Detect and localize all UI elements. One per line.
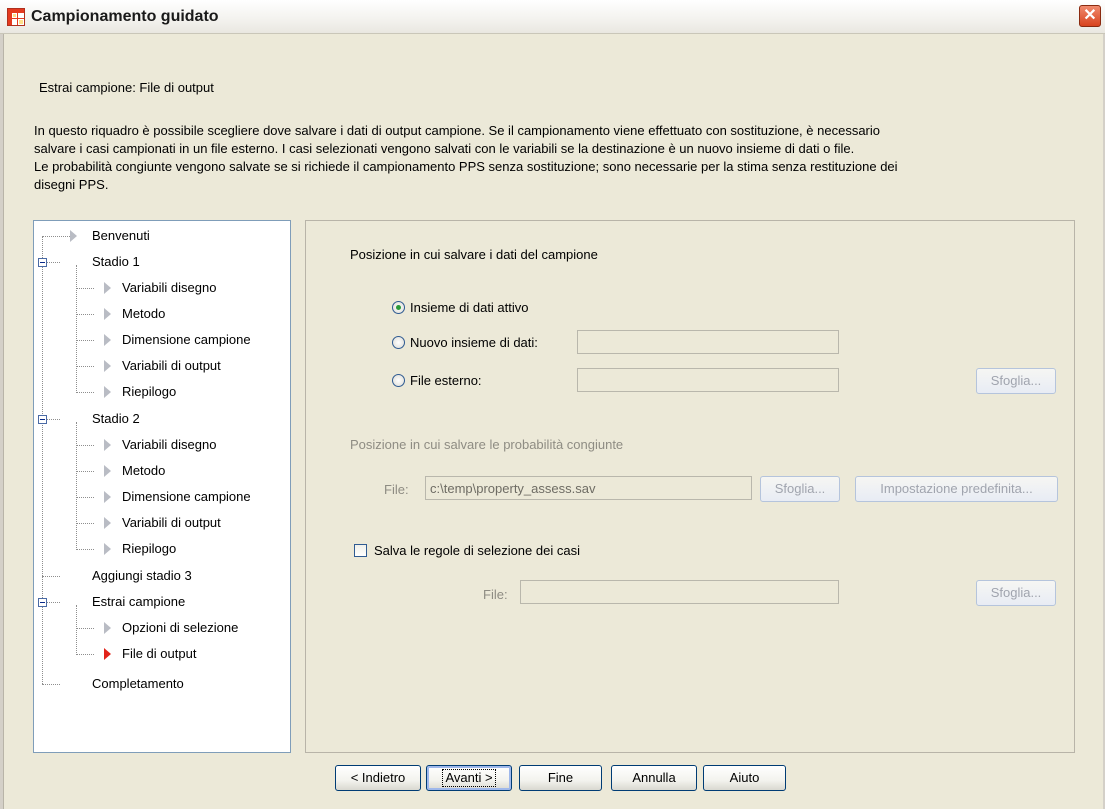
next-button[interactable]: Avanti >: [426, 765, 512, 791]
page-subtitle: Estrai campione: File di output: [39, 80, 214, 95]
external-file-input[interactable]: [577, 368, 839, 392]
description-line: salvare i casi campionati in un file est…: [34, 141, 855, 156]
description-line: In questo riquadro è possibile scegliere…: [34, 123, 880, 138]
spreadsheet-icon: [7, 8, 25, 26]
tree-connector: [76, 314, 94, 315]
radio-external-file[interactable]: [392, 374, 405, 387]
tree-connector: [76, 471, 94, 472]
wizard-nav-tree: Benvenuti Stadio 1 Variabili disegno Met…: [33, 220, 291, 753]
radio-active-dataset[interactable]: [392, 301, 405, 314]
tree-connector: [42, 576, 60, 577]
tree-connector: [76, 605, 77, 653]
tree-connector: [76, 497, 94, 498]
browse-external-file-button[interactable]: Sfoglia...: [976, 368, 1056, 394]
step-arrow-icon: [104, 308, 111, 320]
joint-prob-file-label: File:: [384, 482, 409, 497]
title-bar: Campionamento guidato ✕: [0, 0, 1105, 34]
default-setting-button[interactable]: Impostazione predefinita...: [855, 476, 1058, 502]
tree-connector: [42, 684, 60, 685]
joint-prob-file-input[interactable]: c:\temp\property_assess.sav: [425, 476, 752, 500]
browse-joint-prob-button[interactable]: Sfoglia...: [760, 476, 840, 502]
save-rules-checkbox[interactable]: [354, 544, 367, 557]
window-frame-left: [0, 34, 4, 809]
tree-connector: [76, 366, 94, 367]
step-arrow-icon: [104, 465, 111, 477]
collapse-icon[interactable]: [38, 258, 47, 267]
radio-external-file-label[interactable]: File esterno:: [410, 373, 482, 388]
collapse-icon[interactable]: [38, 598, 47, 607]
help-button[interactable]: Aiuto: [703, 765, 786, 791]
joint-prob-heading: Posizione in cui salvare le probabilità …: [350, 437, 624, 452]
tree-connector: [76, 523, 94, 524]
step-arrow-icon: [104, 360, 111, 372]
step-arrow-icon: [104, 622, 111, 634]
tree-connector: [76, 628, 94, 629]
collapse-icon[interactable]: [38, 415, 47, 424]
new-dataset-input[interactable]: [577, 330, 839, 354]
rules-file-input[interactable]: [520, 580, 839, 604]
radio-new-dataset-label[interactable]: Nuovo insieme di dati:: [410, 335, 538, 350]
step-arrow-icon: [70, 230, 77, 242]
rules-file-label: File:: [483, 587, 508, 602]
current-step-arrow-icon: [104, 648, 111, 660]
tree-connector: [76, 654, 94, 655]
page-description: In questo riquadro è possibile scegliere…: [34, 122, 1084, 194]
close-button[interactable]: ✕: [1079, 5, 1101, 27]
description-line: disegni PPS.: [34, 177, 109, 192]
tree-connector: [76, 340, 94, 341]
next-button-label: Avanti >: [442, 769, 496, 787]
step-arrow-icon: [104, 439, 111, 451]
step-arrow-icon: [104, 282, 111, 294]
tree-connector: [42, 236, 70, 237]
radio-new-dataset[interactable]: [392, 336, 405, 349]
tree-connector: [76, 445, 94, 446]
step-arrow-icon: [104, 334, 111, 346]
tree-connector: [76, 392, 94, 393]
save-location-heading: Posizione in cui salvare i dati del camp…: [350, 247, 598, 262]
step-arrow-icon: [104, 491, 111, 503]
back-button[interactable]: < Indietro: [335, 765, 421, 791]
cancel-button[interactable]: Annulla: [611, 765, 697, 791]
radio-active-dataset-label[interactable]: Insieme di dati attivo: [410, 300, 529, 315]
window-title: Campionamento guidato: [31, 8, 219, 25]
step-arrow-icon: [104, 517, 111, 529]
finish-button[interactable]: Fine: [519, 765, 602, 791]
tree-connector: [42, 236, 43, 684]
tree-connector: [76, 549, 94, 550]
step-arrow-icon: [104, 386, 111, 398]
step-arrow-icon: [104, 543, 111, 555]
output-options-panel: Posizione in cui salvare i dati del camp…: [305, 220, 1075, 753]
save-rules-label[interactable]: Salva le regole di selezione dei casi: [374, 543, 580, 558]
tree-connector: [76, 265, 77, 391]
description-line: Le probabilità congiunte vengono salvate…: [34, 159, 898, 174]
browse-rules-file-button[interactable]: Sfoglia...: [976, 580, 1056, 606]
tree-connector: [76, 422, 77, 548]
tree-connector: [76, 288, 94, 289]
